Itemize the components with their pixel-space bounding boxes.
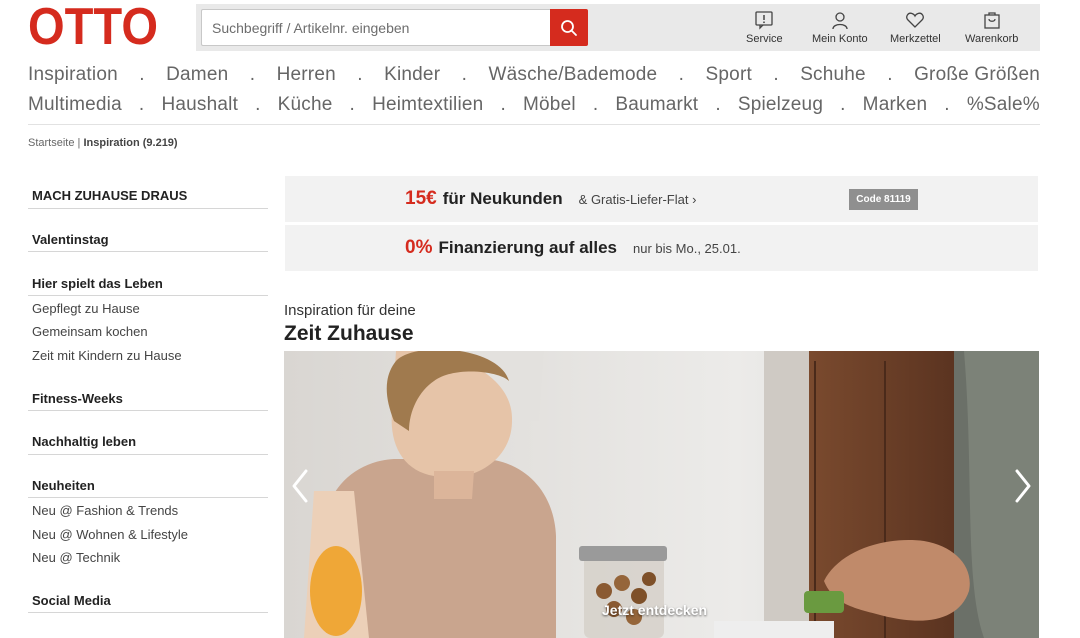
breadcrumb-current: Inspiration (9.219) [83, 137, 178, 149]
breadcrumb-separator: | [77, 137, 81, 149]
nav-divider [28, 124, 1040, 125]
search-button[interactable] [550, 9, 588, 46]
nav-item-inspiration[interactable]: Inspiration [28, 64, 118, 86]
sidebar-link-gepflegt[interactable]: Gepflegt zu Hause [32, 301, 140, 316]
promo-highlight: 15€ [405, 188, 437, 209]
wishlist-label: Merkzettel [890, 33, 941, 45]
nav-item-möbel[interactable]: Möbel [523, 94, 576, 116]
nav-item-sport[interactable]: Sport [706, 64, 752, 86]
logo-text: OTTO [28, 2, 158, 50]
nav-separator: . [592, 94, 599, 115]
hero-cta-link[interactable]: Jetzt entdecken [602, 602, 707, 618]
nav-item-sale[interactable]: %Sale% [967, 94, 1040, 116]
promo-code-badge: Code 81119 [849, 189, 918, 210]
promo-sub-text[interactable]: & Gratis-Liefer-Flat › [579, 192, 697, 207]
nav-separator: . [773, 64, 779, 85]
carousel-prev-icon[interactable] [288, 467, 312, 505]
nav-separator: . [255, 94, 261, 115]
nav-separator: . [249, 64, 256, 85]
wishlist-button[interactable]: Merkzettel [890, 10, 941, 45]
nav-separator: . [715, 94, 721, 115]
category-nav-row-2: Multimedia. Haushalt. Küche. Heimtextilien.… [28, 94, 1040, 116]
nav-item-spielzeug[interactable]: Spielzeug [738, 94, 823, 116]
breadcrumb: Startseite | Inspiration (9.219) [28, 137, 178, 149]
nav-separator: . [840, 94, 846, 115]
promo-sub-text: nur bis Mo., 25.01. [633, 240, 741, 256]
nav-item-baumarkt[interactable]: Baumarkt [615, 94, 698, 116]
sidebar-heading-valentinstag[interactable]: Valentinstag [32, 232, 109, 247]
service-button[interactable]: Service [746, 10, 783, 45]
sidebar-heading-neuheiten[interactable]: Neuheiten [32, 478, 95, 493]
sidebar-divider [28, 295, 268, 296]
sidebar-link-wohnen[interactable]: Neu @ Wohnen & Lifestyle [32, 527, 188, 542]
nav-item-haushalt[interactable]: Haushalt [161, 94, 238, 116]
nav-item-kinder[interactable]: Kinder [384, 64, 440, 86]
nav-separator: . [944, 94, 950, 115]
nav-item-küche[interactable]: Küche [278, 94, 333, 116]
hero-banner[interactable]: Jetzt entdecken [284, 351, 1039, 638]
nav-item-herren[interactable]: Herren [277, 64, 336, 86]
sidebar-divider [28, 208, 268, 209]
nav-separator: . [887, 64, 893, 85]
nav-separator: . [678, 64, 685, 85]
nav-item-schuhe[interactable]: Schuhe [800, 64, 866, 86]
sidebar-link-fashion[interactable]: Neu @ Fashion & Trends [32, 503, 178, 518]
sidebar-divider [28, 497, 268, 498]
search-input[interactable] [201, 9, 551, 46]
promo-main-text: Finanzierung auf alles [438, 238, 618, 257]
nav-item-große-größen[interactable]: Große Größen [914, 64, 1040, 86]
inspiration-title: Zeit Zuhause [284, 322, 414, 345]
cart-label: Warenkorb [965, 33, 1019, 45]
heart-icon [906, 12, 925, 28]
sidebar-link-technik[interactable]: Neu @ Technik [32, 550, 120, 565]
nav-separator: . [138, 94, 145, 115]
promo-highlight: 0% [405, 237, 433, 258]
cart-icon [984, 12, 1000, 29]
sidebar-divider [28, 410, 268, 411]
hero-image [284, 351, 1039, 638]
otto-logo[interactable]: OTTO [28, 2, 160, 50]
promo-new-customers[interactable]: 15€ für Neukunden & Gratis-Liefer-Flat › [285, 176, 1038, 222]
nav-item-multimedia[interactable]: Multimedia [28, 94, 122, 116]
account-label: Mein Konto [812, 33, 868, 45]
nav-separator: . [461, 64, 468, 85]
carousel-next-icon[interactable] [1011, 467, 1035, 505]
promo-main-text: für Neukunden [442, 189, 563, 208]
sidebar-link-kochen[interactable]: Gemeinsam kochen [32, 324, 148, 339]
user-icon [832, 12, 848, 30]
nav-separator: . [357, 64, 363, 85]
breadcrumb-home[interactable]: Startseite [28, 137, 74, 149]
sidebar-divider [28, 251, 268, 252]
nav-separator: . [139, 64, 145, 85]
sidebar-heading-mach-zuhause[interactable]: MACH ZUHAUSE DRAUS [32, 188, 187, 203]
promo-financing[interactable]: 0% Finanzierung auf alles nur bis Mo., 2… [285, 225, 1038, 271]
nav-item-heimtextilien[interactable]: Heimtextilien [372, 94, 483, 116]
sidebar-heading-nachhaltig[interactable]: Nachhaltig leben [32, 434, 136, 449]
nav-item-wäsche-bademode[interactable]: Wäsche/Bademode [488, 64, 657, 86]
sidebar-heading-hier-spielt[interactable]: Hier spielt das Leben [32, 276, 163, 291]
nav-item-damen[interactable]: Damen [166, 64, 228, 86]
service-label: Service [746, 33, 783, 45]
inspiration-subtitle: Inspiration für deine [284, 302, 416, 319]
nav-separator: . [500, 94, 506, 115]
nav-item-marken[interactable]: Marken [863, 94, 928, 116]
sidebar-link-kindern[interactable]: Zeit mit Kindern zu Hause [32, 348, 182, 363]
search-icon [561, 19, 577, 36]
category-nav-row-1: Inspiration. Damen. Herren. Kinder. Wäsche/B… [28, 64, 1040, 86]
sidebar-heading-fitness[interactable]: Fitness-Weeks [32, 391, 123, 406]
nav-separator: . [349, 94, 356, 115]
info-icon [755, 11, 773, 30]
sidebar-divider [28, 454, 268, 455]
cart-button[interactable]: Warenkorb [965, 10, 1018, 45]
sidebar-heading-social[interactable]: Social Media [32, 593, 111, 608]
account-button[interactable]: Mein Konto [812, 10, 868, 45]
sidebar-divider [28, 612, 268, 613]
